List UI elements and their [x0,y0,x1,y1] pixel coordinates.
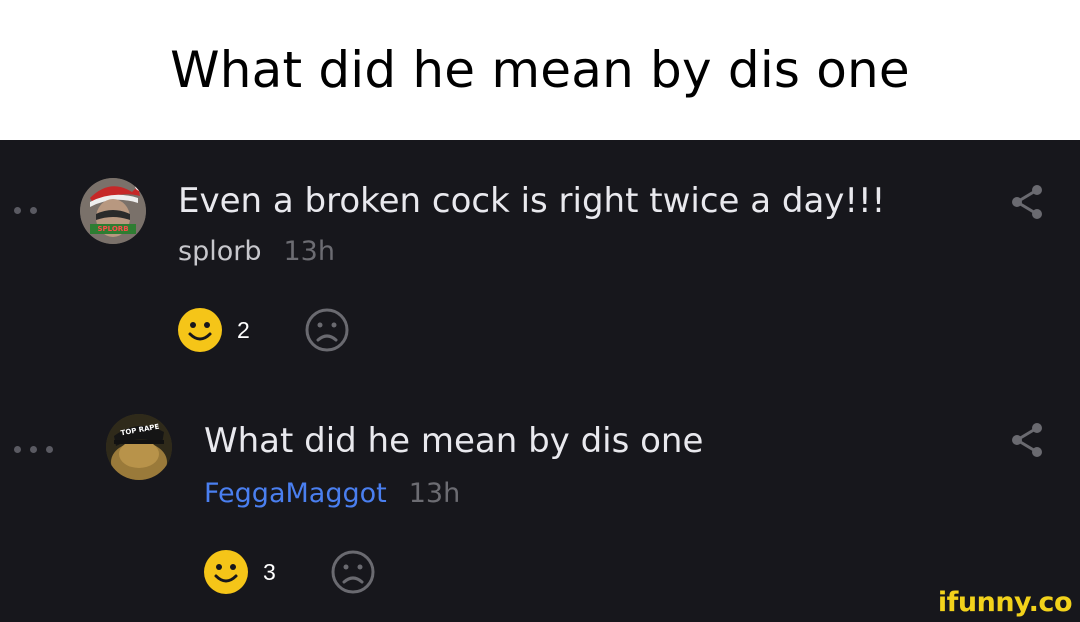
dot [30,446,37,453]
avatar-image [80,178,146,244]
username[interactable]: splorb [178,236,261,267]
user-avatar[interactable]: TOP RAPE [106,414,172,480]
unsmile-icon[interactable] [304,307,350,353]
comment-2: TOP RAPE What did he mean by dis one Feg… [0,390,1080,622]
thread-depth-dots [14,207,37,214]
reactions-bar: 2 [177,307,350,353]
avatar-image [106,414,172,480]
thread-depth-dots [14,446,53,453]
reactions-bar: 3 [203,549,376,595]
dot [14,207,21,214]
avatar-badge: SPLORB [97,225,129,233]
comment-1: SPLORB Even a broken cock is right twice… [0,140,1080,390]
smile-count: 3 [263,558,276,585]
dot [46,446,53,453]
user-avatar[interactable]: SPLORB [80,178,146,244]
share-icon[interactable] [1008,420,1048,460]
ifunny-watermark: ifunny.co [937,587,1073,618]
timestamp: 13h [408,478,461,509]
comment-meta: FeggaMaggot 13h [204,478,460,509]
share-icon[interactable] [1008,182,1048,222]
dot [14,446,21,453]
meme-caption: What did he mean by dis one [0,0,1080,140]
comment-text: What did he mean by dis one [204,421,704,461]
smile-icon[interactable] [177,307,223,353]
timestamp: 13h [283,236,335,267]
comment-meta: splorb 13h [178,236,335,267]
comment-text: Even a broken cock is right twice a day!… [178,181,886,221]
dot [30,207,37,214]
smile-icon[interactable] [203,549,249,595]
username[interactable]: FeggaMaggot [204,478,387,509]
unsmile-icon[interactable] [330,549,376,595]
comments-screen: SPLORB Even a broken cock is right twice… [0,140,1080,622]
smile-count: 2 [237,316,250,343]
